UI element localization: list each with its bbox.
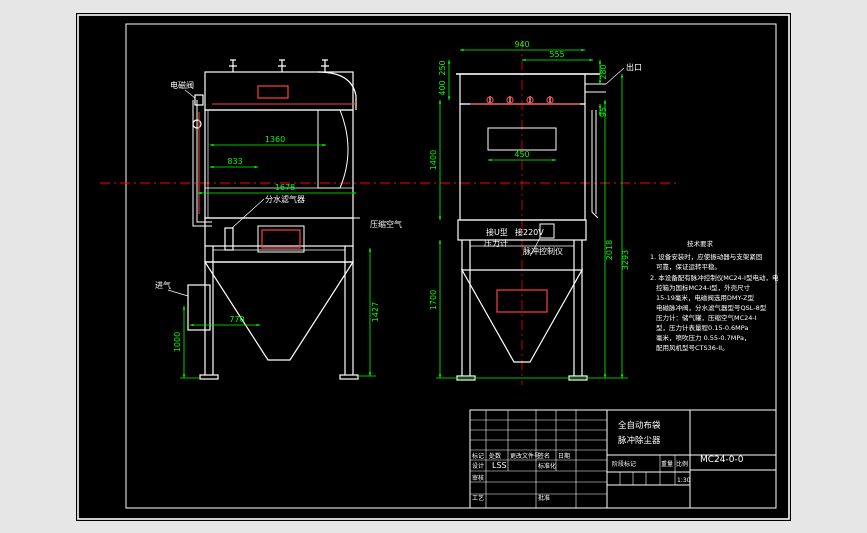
notes-line-4: 控箱为国标MC24-I型，外壳尺寸 bbox=[656, 283, 751, 292]
notes-line-1: 1. 设备安装时，应使振动器与支架紧固 bbox=[650, 252, 762, 261]
label-outlet: 出口 bbox=[626, 62, 642, 72]
dim-1700: 1700 bbox=[429, 290, 438, 310]
dim-2018: 2018 bbox=[605, 240, 614, 260]
dim-400: 400 bbox=[438, 80, 447, 95]
dim-1678: 1678 bbox=[275, 183, 295, 192]
dim-1000: 1000 bbox=[173, 332, 182, 352]
tb-col-file: 更改文件号 bbox=[510, 452, 540, 460]
notes-line-3: 2. 本设备配有脉冲控制仪MC24-I型电动，电 bbox=[650, 273, 779, 282]
tb-stage-label: 阶段标记 bbox=[612, 460, 636, 468]
notes-line-9: 毫米，喷吹压力 0.55-0.7MPa， bbox=[656, 333, 750, 342]
tb-col-count: 处数 bbox=[489, 452, 501, 460]
label-pressure-gauge: 压力计 bbox=[484, 238, 508, 248]
tb-row-mark: 标记 bbox=[472, 452, 484, 460]
label-solenoid-valve: 电磁阀 bbox=[170, 80, 194, 90]
tb-product-line2: 脉冲除尘器 bbox=[618, 435, 661, 446]
dim-280: 280 bbox=[599, 64, 608, 79]
notes-line-6: 电磁脉冲阀，分水滤气器型号QSL-8型 bbox=[656, 303, 767, 312]
label-water-separator: 分水滤气器 bbox=[265, 194, 305, 204]
tb-designer: LSS bbox=[492, 461, 507, 470]
notes-line-10: 配用风机型号CTS36-II。 bbox=[656, 343, 729, 352]
tb-product-line1: 全自动布袋 bbox=[618, 420, 661, 431]
dim-770: 770 bbox=[229, 315, 244, 324]
dim-250: 250 bbox=[438, 60, 447, 75]
tb-approve: 批准 bbox=[538, 494, 550, 502]
label-pulse-controller: 脉冲控制仪 bbox=[523, 246, 563, 256]
label-inlet: 进气 bbox=[155, 280, 171, 290]
tb-row-review: 审核 bbox=[472, 474, 484, 482]
tb-weight-label: 重量 bbox=[661, 460, 673, 468]
dim-1400: 1400 bbox=[429, 150, 438, 170]
tb-col-sign: 签名 bbox=[538, 452, 550, 460]
tb-row-design: 设计 bbox=[472, 462, 484, 470]
dim-1427: 1427 bbox=[371, 302, 380, 322]
tb-col-date: 日期 bbox=[558, 452, 570, 460]
notes-line-5: 15-19毫米，电磁阀选用DMY-Z型 bbox=[656, 293, 754, 302]
dim-555: 555 bbox=[549, 50, 564, 59]
dim-450: 450 bbox=[514, 150, 529, 159]
cad-drawing-canvas: 1360 833 1678 770 1427 1000 电磁阀 分水滤气器 压缩… bbox=[76, 13, 791, 521]
tb-scale-value: 1:30 bbox=[677, 477, 691, 484]
label-compressed-air: 压缩空气 bbox=[370, 219, 402, 229]
notes-line-7: 压力计：储气罐，压缩空气MC24-I bbox=[656, 313, 757, 322]
tb-scale-label: 比例 bbox=[676, 460, 688, 468]
tb-standardize: 标准化 bbox=[538, 462, 556, 470]
label-u-gauge: 接U型 bbox=[486, 227, 508, 237]
dim-95: 95 bbox=[599, 107, 608, 117]
dim-3293: 3293 bbox=[621, 250, 630, 270]
notes-line-8: 型，压力计表量程0.15-0.6MPa bbox=[656, 323, 748, 332]
dim-833: 833 bbox=[227, 157, 242, 166]
notes-heading: 技术要求 bbox=[687, 239, 714, 248]
tb-drawing-code: MC24-0-0 bbox=[700, 455, 744, 465]
tb-row-process: 工艺 bbox=[472, 494, 484, 502]
notes-line-2: 可靠，保证运转平稳。 bbox=[656, 262, 721, 271]
dim-1360: 1360 bbox=[265, 135, 285, 144]
dim-940: 940 bbox=[514, 40, 529, 49]
label-power-220: 接220V bbox=[515, 227, 544, 237]
